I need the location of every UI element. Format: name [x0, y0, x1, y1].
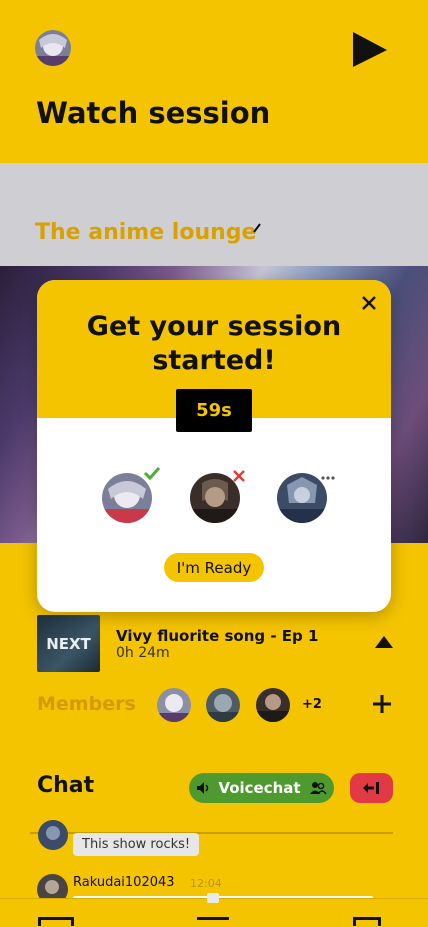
- next-label: NEXT: [46, 634, 91, 653]
- voicechat-button[interactable]: Voicechat: [189, 773, 334, 803]
- header: [0, 0, 428, 163]
- members-extra-count: +2: [302, 697, 322, 712]
- nav-screen-icon[interactable]: [38, 917, 74, 926]
- member-avatar[interactable]: [206, 688, 240, 722]
- lounge-title: The anime lounge: [35, 220, 257, 245]
- next-episode-thumbnail[interactable]: NEXT: [37, 615, 100, 672]
- session-start-dialog: Get your session started! 59s I'm Ready: [37, 280, 391, 612]
- check-icon: [143, 465, 161, 484]
- chat-user-avatar[interactable]: [38, 820, 68, 850]
- lounge-band: [0, 163, 428, 266]
- cast-play-icon[interactable]: [352, 30, 388, 72]
- chat-timestamp: 12:04: [190, 877, 222, 890]
- speaker-icon: [197, 782, 209, 794]
- nav-box-icon[interactable]: [353, 917, 381, 926]
- chat-message: This show rocks!: [73, 833, 200, 856]
- episode-title: Vivy fluorite song - Ep 1: [116, 627, 319, 645]
- episode-duration: 0h 24m: [116, 645, 170, 661]
- voicechat-label: Voicechat: [218, 779, 301, 797]
- x-icon: [233, 467, 245, 486]
- ready-button[interactable]: I'm Ready: [164, 553, 264, 582]
- dialog-title: Get your session started!: [86, 311, 342, 376]
- add-member-icon[interactable]: [372, 694, 392, 718]
- member-avatar[interactable]: [256, 688, 290, 722]
- member-avatar[interactable]: [157, 688, 191, 722]
- expand-up-icon[interactable]: [374, 634, 394, 653]
- participant-avatar: [277, 473, 327, 523]
- members-label: Members: [37, 693, 136, 715]
- countdown-timer: 59s: [176, 389, 252, 432]
- leave-session-button[interactable]: [350, 773, 393, 803]
- users-icon: [309, 782, 327, 795]
- chat-title: Chat: [37, 773, 95, 798]
- chat-username: Rakudai102043: [73, 875, 175, 890]
- edit-icon[interactable]: [252, 218, 262, 237]
- ellipsis-icon: [321, 466, 335, 485]
- profile-avatar[interactable]: [35, 30, 71, 66]
- exit-icon: [362, 782, 379, 794]
- scroll-handle[interactable]: [207, 893, 219, 903]
- nav-menu-icon[interactable]: [197, 917, 229, 920]
- page-title: Watch session: [36, 96, 271, 130]
